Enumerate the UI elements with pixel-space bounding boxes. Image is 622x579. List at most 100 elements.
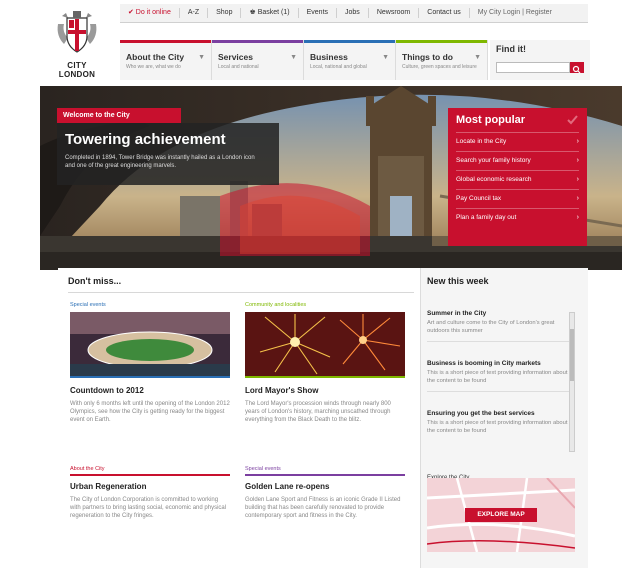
find-it-search: Find it!	[490, 40, 590, 80]
card-accent-line	[70, 376, 230, 378]
scrollbar-thumb[interactable]	[570, 329, 574, 381]
card-description: The City of London Corporation is commit…	[70, 497, 227, 519]
popular-link-economic-research[interactable]: Global economic research ›	[456, 170, 579, 189]
popular-link-family-day-out[interactable]: Plan a family day out ›	[456, 208, 579, 227]
card-category[interactable]: About the City	[70, 466, 230, 472]
news-item[interactable]: Ensuring you get the best services This …	[427, 410, 573, 435]
nav-accent-bar	[120, 40, 211, 43]
nav-item-subtitle: Culture, green spaces and leisure	[402, 64, 477, 70]
account-login-register-link[interactable]: My City Login | Register	[470, 4, 560, 22]
divider	[68, 292, 414, 293]
page: CITY LONDON ✔ Do it online A-Z Shop ♚ Ba…	[0, 0, 622, 579]
news-item-description: This is a short piece of text providing …	[427, 370, 568, 384]
section-title: Don't miss...	[68, 276, 122, 286]
news-item[interactable]: Business is booming in City markets This…	[427, 360, 573, 392]
new-this-week-section: New this week Summer in the City Art and…	[420, 268, 588, 568]
chevron-down-icon[interactable]: ▼	[290, 54, 297, 61]
hero-title[interactable]: Towering achievement	[65, 131, 271, 148]
main-navigation: About the City Who we are, what we do ▼ …	[120, 40, 490, 80]
explore-map-button[interactable]: EXPLORE MAP	[465, 508, 537, 522]
feature-card-countdown-2012[interactable]: Special events Countdown to 2012 With on…	[70, 302, 230, 424]
nav-item-services[interactable]: Services Local and national ▼	[212, 40, 304, 80]
topbar-link-basket[interactable]: ♚ Basket (1)	[241, 4, 297, 22]
topbar-link-shop[interactable]: Shop	[208, 4, 240, 22]
news-scrollbar[interactable]	[569, 312, 575, 452]
dont-miss-section: Don't miss... Special events Countdown t…	[58, 268, 420, 568]
card-description: Golden Lane Sport and Fitness is an icon…	[245, 497, 401, 519]
hero-badge: Welcome to the City	[57, 108, 181, 123]
find-it-label: Find it!	[496, 44, 526, 54]
card-accent-line	[70, 474, 230, 476]
chevron-down-icon[interactable]: ▼	[382, 54, 389, 61]
search-input[interactable]	[496, 62, 570, 73]
fireworks-photo	[245, 312, 405, 376]
logo-text-city: CITY	[67, 61, 87, 70]
nav-item-subtitle: Local and national	[218, 64, 259, 70]
crest-icon	[57, 11, 97, 53]
search-button[interactable]	[570, 62, 584, 74]
topbar-link-events[interactable]: Events	[299, 4, 336, 22]
card-accent-line	[245, 376, 405, 378]
card-category[interactable]: Special events	[245, 466, 405, 472]
card-category[interactable]: Special events	[70, 302, 230, 308]
city-of-london-logo[interactable]: CITY LONDON	[52, 10, 102, 79]
nav-item-label: Business	[310, 52, 348, 62]
popular-link-label: Search your family history	[456, 157, 531, 164]
popular-link-label: Locate in the City	[456, 138, 507, 145]
card-title[interactable]: Lord Mayor's Show	[245, 386, 405, 395]
nav-item-things-to-do[interactable]: Things to do Culture, green spaces and l…	[396, 40, 488, 80]
chevron-right-icon: ›	[576, 157, 579, 164]
nav-accent-bar	[304, 40, 395, 43]
feature-card-lord-mayors-show[interactable]: Community and localities Lord Mayor's Sh…	[245, 302, 405, 424]
divider	[427, 391, 573, 392]
topbar-link-jobs[interactable]: Jobs	[337, 4, 368, 22]
nav-item-label: Things to do	[402, 52, 453, 62]
chevron-down-icon[interactable]: ▼	[474, 54, 481, 61]
city-map[interactable]: EXPLORE MAP	[427, 478, 575, 552]
card-description: With only 6 months left until the openin…	[70, 401, 230, 423]
popular-link-council-tax[interactable]: Pay Council tax ›	[456, 189, 579, 208]
chevron-right-icon: ›	[576, 214, 579, 221]
nav-accent-bar	[396, 40, 487, 43]
nav-item-subtitle: Who we are, what we do	[126, 64, 181, 70]
topbar-link-contact-us[interactable]: Contact us	[419, 4, 468, 22]
nav-item-about-the-city[interactable]: About the City Who we are, what we do ▼	[120, 40, 212, 80]
nav-item-label: Services	[218, 52, 253, 62]
news-item-title[interactable]: Ensuring you get the best services	[427, 410, 573, 417]
popular-link-family-history[interactable]: Search your family history ›	[456, 151, 579, 170]
card-description: The Lord Mayor's procession winds throug…	[245, 401, 391, 423]
popular-link-label: Global economic research	[456, 176, 532, 183]
topbar-link-do-it-online[interactable]: ✔ Do it online	[120, 4, 179, 22]
nav-item-subtitle: Local, national and global	[310, 64, 367, 70]
fireworks-image[interactable]	[245, 312, 405, 376]
topbar-link-newsroom[interactable]: Newsroom	[369, 4, 418, 22]
chevron-right-icon: ›	[576, 176, 579, 183]
popular-link-label: Plan a family day out	[456, 214, 517, 221]
search-icon	[572, 65, 581, 74]
feature-card-golden-lane[interactable]: Special events Golden Lane re-opens Gold…	[245, 466, 405, 520]
card-title[interactable]: Countdown to 2012	[70, 386, 230, 395]
chevron-right-icon: ›	[576, 138, 579, 145]
utility-bar: ✔ Do it online A-Z Shop ♚ Basket (1) Eve…	[120, 4, 588, 23]
news-item-title[interactable]: Summer in the City	[427, 310, 573, 317]
section-title: New this week	[427, 276, 489, 286]
chevron-down-icon[interactable]: ▼	[198, 54, 205, 61]
nav-item-business[interactable]: Business Local, national and global ▼	[304, 40, 396, 80]
checkmark-icon	[567, 115, 578, 125]
nav-accent-bar	[212, 40, 303, 43]
popular-link-locate-in-the-city[interactable]: Locate in the City ›	[456, 132, 579, 151]
nav-item-label: About the City	[126, 52, 185, 62]
olympic-stadium-image[interactable]	[70, 312, 230, 376]
card-title[interactable]: Golden Lane re-opens	[245, 482, 405, 491]
news-item-title[interactable]: Business is booming in City markets	[427, 360, 573, 367]
topbar-link-a-z[interactable]: A-Z	[180, 4, 207, 22]
hero-caption-box[interactable]: Towering achievement Completed in 1894, …	[57, 123, 279, 185]
feature-card-urban-regeneration[interactable]: About the City Urban Regeneration The Ci…	[70, 466, 230, 520]
card-category[interactable]: Community and localities	[245, 302, 405, 308]
news-item-description: Art and culture come to the City of Lond…	[427, 320, 555, 334]
most-popular-title: Most popular	[456, 114, 526, 126]
card-title[interactable]: Urban Regeneration	[70, 482, 230, 491]
news-item[interactable]: Summer in the City Art and culture come …	[427, 310, 573, 342]
most-popular-panel: Most popular Locate in the City › Search …	[448, 108, 587, 246]
content-panel: Don't miss... Special events Countdown t…	[58, 268, 588, 568]
